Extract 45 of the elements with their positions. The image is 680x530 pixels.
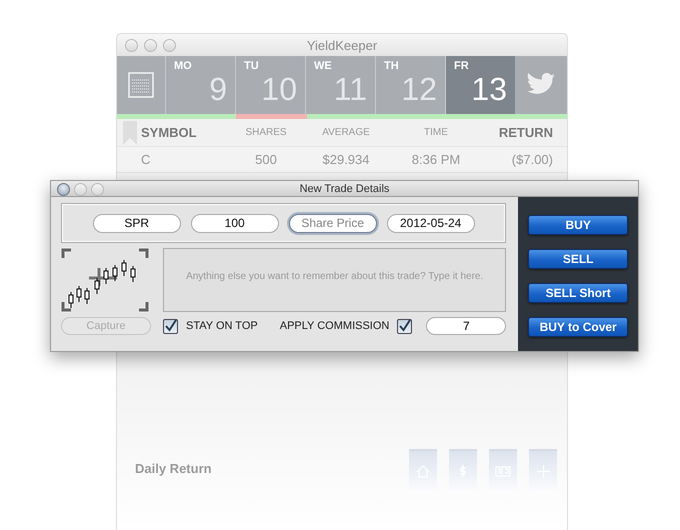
text-field[interactable]: SPR	[92, 214, 181, 232]
table-cell-text: $29.934	[322, 152, 370, 167]
trade-button[interactable]: BUY to Cover	[528, 317, 628, 337]
dialog-title: New Trade Details	[300, 182, 390, 194]
plus-icon	[536, 464, 550, 478]
checkbox-label: STAY ON TOP	[186, 320, 258, 332]
table-cell-text: C	[141, 152, 152, 167]
minimize-button[interactable]	[74, 183, 87, 196]
close-button[interactable]	[57, 183, 70, 196]
candlestick-chart-icon[interactable]	[61, 248, 149, 312]
zoom-button[interactable]	[91, 183, 104, 196]
text-field[interactable]: 100	[190, 214, 279, 232]
checkbox-label: APPLY COMMISSION	[280, 320, 390, 332]
commission-field[interactable]: 7	[426, 317, 506, 335]
nav-tab[interactable]	[529, 449, 557, 491]
table-cell-text: 500	[254, 152, 278, 167]
section-title: Daily Return	[135, 461, 212, 476]
notes-field[interactable]: Anything else you want to remember about this trade? Type it here.	[163, 248, 506, 312]
table-cell-text: 8:36 PM	[410, 152, 462, 167]
dollar-icon	[458, 464, 468, 478]
trade-button[interactable]: SELL	[528, 249, 628, 269]
close-button[interactable]	[125, 39, 138, 52]
window-title: YieldKeeper	[306, 38, 378, 52]
zoom-button[interactable]	[163, 39, 176, 52]
nav-tab[interactable]	[409, 449, 437, 491]
calendar-icon[interactable]	[128, 72, 154, 98]
minimize-button[interactable]	[144, 39, 157, 52]
column-header[interactable]: SHARES	[231, 127, 301, 138]
bird-icon[interactable]	[526, 73, 556, 97]
column-header[interactable]: SYMBOL	[141, 125, 231, 140]
checkbox[interactable]	[397, 318, 412, 334]
text-field[interactable]: 2012-05-24	[386, 214, 475, 232]
day-tab[interactable]: FR 13	[445, 56, 515, 114]
text-field[interactable]: Share Price	[288, 214, 377, 232]
column-header[interactable]: AVERAGE	[301, 127, 391, 138]
trade-button[interactable]: SELL Short	[528, 283, 628, 303]
home-icon	[416, 464, 430, 478]
column-header[interactable]: TIME	[391, 127, 481, 138]
newspaper-icon	[495, 466, 511, 476]
nav-tab[interactable]	[449, 449, 477, 491]
column-header[interactable]: RETURN	[481, 125, 553, 140]
trade-button[interactable]: BUY	[528, 215, 628, 235]
table-cell-text: ($7.00)	[510, 152, 553, 167]
checkbox[interactable]	[163, 318, 178, 334]
nav-tab[interactable]	[489, 449, 517, 491]
